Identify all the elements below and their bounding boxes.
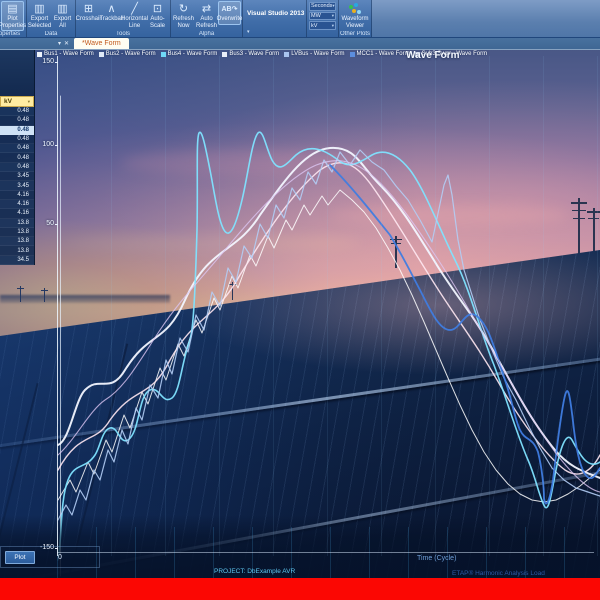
voltage-row[interactable]: 0.48 bbox=[0, 116, 34, 125]
chevron-down-icon: ▾ bbox=[28, 99, 30, 105]
ribbon-toolbar: ▤ Plot Properties Properties ▥ Export Se… bbox=[0, 0, 600, 38]
horizontal-line-button[interactable]: ╱ Horizontal Line bbox=[123, 1, 146, 31]
horizontal-line-icon: ╱ bbox=[131, 3, 138, 16]
voltage-row[interactable]: 0.48 bbox=[0, 163, 34, 172]
voltage-row[interactable]: 13.8 bbox=[0, 228, 34, 237]
chevron-down-icon: ▾ bbox=[247, 29, 250, 35]
voltage-row[interactable]: 4.16 bbox=[0, 200, 34, 209]
auto-scale-icon: ⊡ bbox=[153, 3, 162, 16]
power-unit-combo[interactable]: MW ▾ bbox=[309, 12, 336, 21]
crosshair-button[interactable]: ⊞ Crosshair bbox=[77, 1, 100, 25]
chevron-down-icon: ▾ bbox=[332, 13, 334, 19]
export-selected-icon: ▥ bbox=[34, 3, 44, 16]
export-selected-button[interactable]: ▥ Export Selected bbox=[28, 1, 51, 31]
waveform-lvbus bbox=[58, 150, 600, 520]
overwrite-icon: AB↷ bbox=[222, 3, 238, 16]
voltage-row[interactable]: 4.16 bbox=[0, 191, 34, 200]
waveform-canvas bbox=[0, 0, 600, 600]
unit-combos: Seconds ▾ MW ▾ kV ▾ bbox=[307, 0, 339, 37]
chevron-down-icon: ▾ bbox=[332, 3, 334, 9]
auto-refresh-icon: ⇄ bbox=[202, 3, 211, 16]
waveform-sub3swgr bbox=[58, 161, 600, 492]
pane-collapse-icon[interactable]: ▾ bbox=[58, 39, 61, 49]
auto-scale-button[interactable]: ⊡ Auto-Scale bbox=[146, 1, 169, 31]
voltage-row[interactable]: 3.45 bbox=[0, 172, 34, 181]
trackball-icon: ∧ bbox=[107, 3, 115, 16]
sidebar-top-panel bbox=[0, 50, 34, 96]
ribbon-group-other-plots: Waveform Viewer Other Plots bbox=[339, 0, 372, 37]
voltage-row[interactable]: 0.48 bbox=[0, 107, 34, 116]
voltage-row[interactable]: 4.16 bbox=[0, 209, 34, 218]
chevron-down-icon: ▾ bbox=[332, 23, 334, 29]
crosshair-icon: ⊞ bbox=[84, 3, 93, 16]
voltage-sidebar: kV ▾ 0.48 0.48 0.48 0.48 0.48 0.48 0.48 … bbox=[0, 50, 35, 265]
export-all-button[interactable]: ▥ Export All bbox=[51, 1, 74, 31]
voltage-row[interactable]: 3.45 bbox=[0, 181, 34, 190]
trackball-button[interactable]: ∧ Trackball bbox=[100, 1, 123, 25]
voltage-unit-header[interactable]: kV ▾ bbox=[0, 96, 34, 107]
voltage-row-selected[interactable]: 0.48 bbox=[0, 126, 34, 135]
overwrite-button[interactable]: AB↷ Overwrite bbox=[218, 1, 241, 25]
app-label: ETAP® Harmonic Analysis Load bbox=[452, 570, 545, 577]
voltage-row[interactable]: 13.8 bbox=[0, 219, 34, 228]
tab-wave-form[interactable]: *Wave Form bbox=[74, 38, 129, 49]
theme-value: Visual Studio 2013 bbox=[247, 10, 304, 17]
waveform-viewer-button[interactable]: Waveform Viewer bbox=[340, 1, 370, 31]
bottom-red-bar bbox=[0, 578, 600, 600]
voltage-row[interactable]: 13.8 bbox=[0, 237, 34, 246]
auto-refresh-button[interactable]: ⇄ Auto Refresh bbox=[195, 1, 218, 31]
refresh-now-icon: ↻ bbox=[179, 3, 188, 16]
plot-properties-button[interactable]: ▤ Plot Properties bbox=[1, 1, 24, 31]
voltage-row[interactable]: 0.48 bbox=[0, 153, 34, 162]
plot-properties-icon: ▤ bbox=[7, 3, 17, 16]
ribbon-group-alpha: ↻ Refresh Now ⇄ Auto Refresh AB↷ Overwri… bbox=[171, 0, 243, 37]
pane-close-icon[interactable]: ✕ bbox=[64, 39, 69, 49]
app-window: 150 100 50 -150 0 Time (Cycle) Bus1 - Wa… bbox=[0, 0, 600, 600]
waveform-bus4 bbox=[58, 132, 600, 560]
voltage-row[interactable]: 0.48 bbox=[0, 135, 34, 144]
voltage-row[interactable]: 34.5 bbox=[0, 256, 34, 265]
ribbon-group-data: ▥ Export Selected ▥ Export All Data bbox=[27, 0, 76, 37]
plot-button[interactable]: Plot bbox=[5, 551, 35, 564]
document-tab-bar: ▾ ✕ *Wave Form bbox=[0, 38, 600, 50]
bottom-plot-pane: Plot bbox=[0, 546, 100, 568]
export-all-icon: ▥ bbox=[57, 3, 67, 16]
time-unit-combo[interactable]: Seconds ▾ bbox=[309, 2, 336, 11]
refresh-now-button[interactable]: ↻ Refresh Now bbox=[172, 1, 195, 31]
project-label: PROJECT: DbExample AVR bbox=[214, 568, 295, 575]
ribbon-group-properties: ▤ Plot Properties Properties bbox=[0, 0, 27, 37]
ribbon-empty-area bbox=[372, 0, 600, 37]
ribbon-group-tools: ⊞ Crosshair ∧ Trackball ╱ Horizontal Lin… bbox=[76, 0, 171, 37]
voltage-row[interactable]: 13.8 bbox=[0, 246, 34, 255]
theme-selector[interactable]: Visual Studio 2013 ▾ ⚙ Theme bbox=[243, 0, 307, 37]
voltage-unit-combo[interactable]: kV ▾ bbox=[309, 21, 336, 30]
voltage-row[interactable]: 0.48 bbox=[0, 144, 34, 153]
waveform-bus2 bbox=[58, 190, 600, 502]
waveform-viewer-icon bbox=[348, 3, 362, 16]
